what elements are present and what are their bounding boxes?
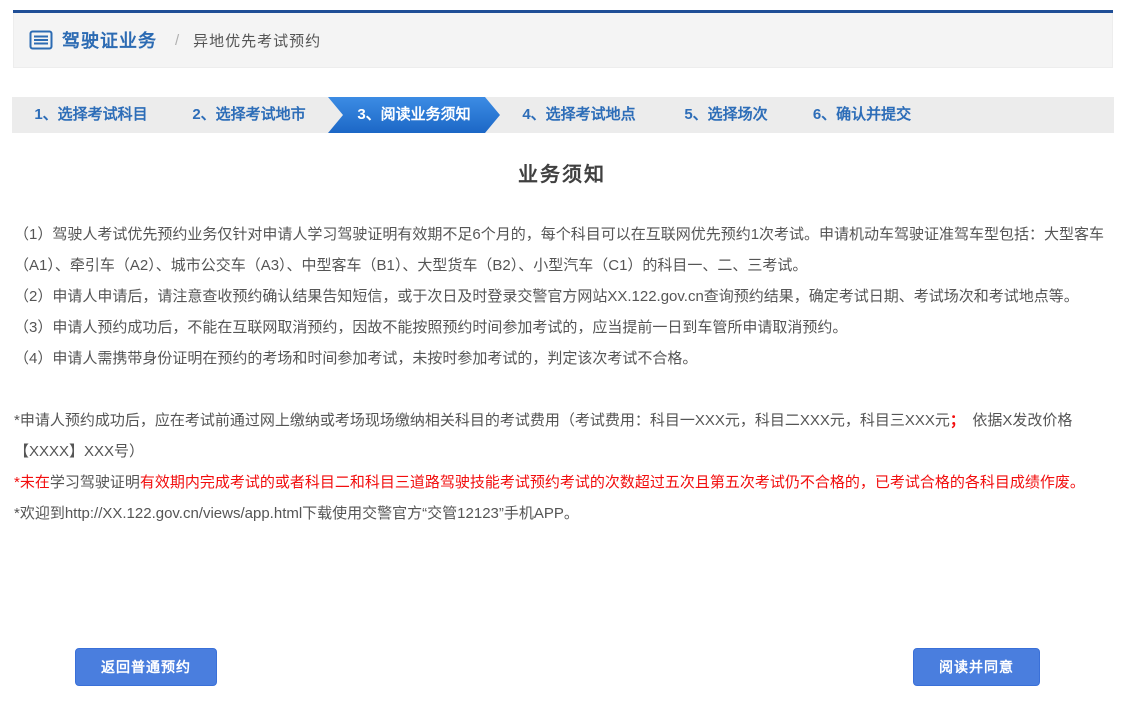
step-6-confirm-submit: 6、确认并提交 xyxy=(794,97,930,133)
step-progress-bar: 1、选择考试科目 2、选择考试地市 3、阅读业务须知 4、选择考试地点 5、选择… xyxy=(12,97,1114,133)
notice-paragraph-3: （3）申请人预约成功后，不能在互联网取消预约，因故不能按照预约时间参加考试的，应… xyxy=(14,312,1110,343)
warning-gray-text: 学习驾驶证明 xyxy=(50,474,140,491)
notice-paragraph-1: （1）驾驶人考试优先预约业务仅针对申请人学习驾驶证明有效期不足6个月的，每个科目… xyxy=(14,219,1110,281)
step-1-select-subject: 1、选择考试科目 xyxy=(12,97,170,133)
warning-red-text: 有效期内完成考试的或者科目二和科目三道路驾驶技能考试预约考试的次数超过五次且第五… xyxy=(140,474,1085,491)
page-title: 业务须知 xyxy=(14,158,1110,187)
notice-paragraph-2: （2）申请人申请后，请注意查收预约确认结果告知短信，或于次日及时登录交警官方网站… xyxy=(14,281,1110,312)
breadcrumb-section-link[interactable]: 驾驶证业务 xyxy=(62,27,157,53)
warning-prefix: *未在 xyxy=(14,474,50,491)
step-3-read-notice-active: 3、阅读业务须知 xyxy=(328,97,500,133)
expiry-warning: *未在学习驾驶证明有效期内完成考试的或者科目二和科目三道路驾驶技能考试预约考试的… xyxy=(14,467,1110,498)
spacer xyxy=(14,374,1110,405)
notice-content: 业务须知 （1）驾驶人考试优先预约业务仅针对申请人学习驾驶证明有效期不足6个月的… xyxy=(0,158,1126,529)
breadcrumb-current-page: 异地优先考试预约 xyxy=(193,30,321,51)
fee-note-text: *申请人预约成功后，应在考试前通过网上缴纳或考场现场缴纳相关科目的考试费用（考试… xyxy=(14,412,950,429)
breadcrumb-bar: 驾驶证业务 / 异地优先考试预约 xyxy=(13,10,1113,68)
step-5-select-session: 5、选择场次 xyxy=(658,97,794,133)
read-and-agree-button[interactable]: 阅读并同意 xyxy=(913,648,1040,686)
breadcrumb-separator: / xyxy=(175,32,179,49)
step-2-select-city: 2、选择考试地市 xyxy=(170,97,328,133)
notice-paragraph-4: （4）申请人需携带身份证明在预约的考场和时间参加考试，未按时参加考试的，判定该次… xyxy=(14,343,1110,374)
action-button-row: 返回普通预约 阅读并同意 xyxy=(0,648,1126,686)
app-download-note: *欢迎到http://XX.122.gov.cn/views/app.html下… xyxy=(14,498,1110,529)
step-4-select-site: 4、选择考试地点 xyxy=(500,97,658,133)
list-icon xyxy=(29,30,53,50)
fee-note: *申请人预约成功后，应在考试前通过网上缴纳或考场现场缴纳相关科目的考试费用（考试… xyxy=(14,405,1110,467)
back-to-normal-booking-button[interactable]: 返回普通预约 xyxy=(75,648,217,686)
step-bar-filler xyxy=(930,97,1114,133)
